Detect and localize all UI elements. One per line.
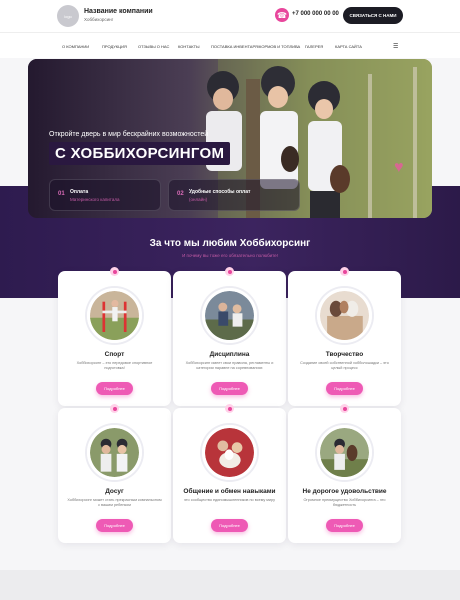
nav-item-supply[interactable]: Поставка инвентаря/кормов и топлива [211, 44, 300, 49]
card-title: Творчество [325, 351, 364, 358]
feature-title: Оплата [70, 189, 89, 195]
feature-subtitle: (онлайн) [189, 197, 208, 202]
card-more-button[interactable]: Подробнее [96, 519, 133, 532]
feature-number: 01 [58, 191, 65, 197]
card-image-leisure [87, 425, 142, 480]
card-title: Не дорогое удовольствие [302, 488, 387, 495]
card-image-affordable [317, 425, 372, 480]
phone-icon[interactable]: ☎ [275, 8, 289, 22]
site-header: logo Название компании Хоббихорсинг ☎ +7… [0, 0, 460, 32]
card-marker-icon [225, 267, 234, 276]
card-text: Создание своей собственной хоббилошадки … [300, 361, 389, 370]
card-title: Общение и обмен навыками [183, 488, 276, 495]
hero-banner: Откройте дверь в мир бескрайних возможно… [28, 59, 432, 218]
card-discipline: Дисциплина Хоббихорсинг имеет свои прави… [173, 267, 286, 406]
company-logo[interactable]: logo [57, 5, 79, 27]
card-leisure: Досуг Хоббихорсинг может стать прекрасны… [58, 404, 171, 543]
section-subtitle: И почему вы тоже его обязательно полюбит… [182, 253, 278, 258]
contact-us-button[interactable]: СВЯЗАТЬСЯ С НАМИ [343, 7, 403, 24]
card-title: Спорт [104, 351, 125, 358]
card-more-button[interactable]: Подробнее [211, 519, 248, 532]
card-more-button[interactable]: Подробнее [326, 519, 363, 532]
nav-item-gallery[interactable]: Галерея [305, 44, 323, 49]
nav-item-reviews[interactable]: Отзывы о нас [138, 44, 169, 49]
card-creativity: Творчество Создание своей собственной хо… [288, 267, 401, 406]
card-marker-icon [110, 404, 119, 413]
card-more-button[interactable]: Подробнее [96, 382, 133, 395]
card-image-creativity [317, 288, 372, 343]
phone-number[interactable]: +7 000 000 00 00 [292, 11, 339, 17]
card-text: это сообщество единомышленников по всему… [183, 498, 276, 502]
card-image-discipline [202, 288, 257, 343]
card-marker-icon [110, 267, 119, 276]
nav-item-about[interactable]: О компании [62, 44, 89, 49]
card-affordable: Не дорогое удовольствие Огромное преимущ… [288, 404, 401, 543]
card-text: Хоббихорсинг – это передовое спортивное … [76, 361, 153, 370]
footer-band [0, 570, 460, 600]
heart-icon: ♥ [394, 159, 404, 176]
card-marker-icon [225, 404, 234, 413]
feature-payment-online: 02 Удобные способы оплат (онлайн) [168, 179, 300, 211]
card-sport: Спорт Хоббихорсинг – это передовое спорт… [58, 267, 171, 406]
menu-icon[interactable]: ☰ [393, 43, 398, 50]
company-subtitle: Хоббихорсинг [84, 17, 114, 22]
card-more-button[interactable]: Подробнее [211, 382, 248, 395]
hero-title: С ХОББИХОРСИНГОМ [49, 142, 231, 165]
card-title: Досуг [105, 488, 124, 495]
feature-subtitle: Материнского капитала [70, 197, 120, 202]
card-marker-icon [340, 404, 349, 413]
card-more-button[interactable]: Подробнее [326, 382, 363, 395]
card-image-communication [202, 425, 257, 480]
main-navigation: О компании Продукция Отзывы о нас Контак… [0, 32, 460, 58]
feature-title: Удобные способы оплат [189, 189, 251, 195]
section-title: За что мы любим Хоббихорсинг [149, 238, 311, 249]
hero-tagline: Откройте дверь в мир бескрайних возможно… [49, 131, 209, 138]
company-name: Название компании [84, 8, 153, 15]
nav-item-contacts[interactable]: Контакты [178, 44, 200, 49]
card-text: Хоббихорсинг имеет свои правила, регламе… [185, 361, 274, 370]
logo-label: logo [64, 13, 72, 19]
card-communication: Общение и обмен навыками это сообщество … [173, 404, 286, 543]
card-title: Дисциплина [209, 351, 250, 358]
card-image-sport [87, 288, 142, 343]
nav-item-products[interactable]: Продукция [102, 44, 127, 49]
card-text: Огромное преимущество Хоббихорсинга – эт… [303, 498, 386, 507]
card-text: Хоббихорсинг может стать прекрасным комп… [67, 498, 162, 507]
company-block: Название компании Хоббихорсинг [84, 8, 153, 22]
feature-number: 02 [177, 191, 184, 197]
card-marker-icon [340, 267, 349, 276]
feature-payment-capital: 01 Оплата Материнского капитала [49, 179, 161, 211]
nav-item-sitemap[interactable]: Карта сайта [335, 44, 362, 49]
